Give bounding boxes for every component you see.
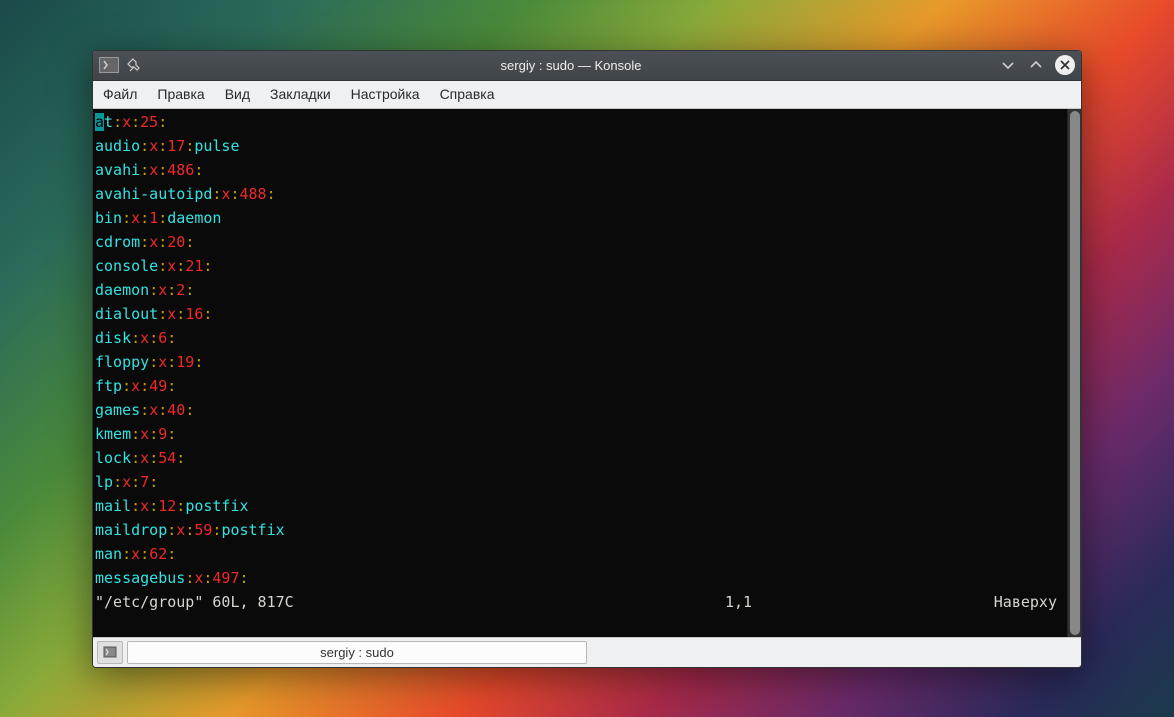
terminal-line: lock:x:54: [95,446,1065,470]
menu-edit[interactable]: Правка [157,86,204,102]
close-icon[interactable] [1055,55,1075,75]
scrollbar[interactable] [1067,109,1081,637]
terminal-area: at:x:25:audio:x:17:pulseavahi:x:486:avah… [93,109,1081,637]
terminal-line: console:x:21: [95,254,1065,278]
terminal-line: bin:x:1:daemon [95,206,1065,230]
tab-label: sergiy : sudo [320,645,394,660]
status-scroll: Наверху [945,590,1065,614]
new-tab-button[interactable] [97,641,123,664]
menu-bookmarks[interactable]: Закладки [270,86,331,102]
scroll-thumb[interactable] [1070,111,1080,635]
terminal-line: maildrop:x:59:postfix [95,518,1065,542]
terminal[interactable]: at:x:25:audio:x:17:pulseavahi:x:486:avah… [93,109,1067,637]
terminal-line: daemon:x:2: [95,278,1065,302]
titlebar[interactable]: sergiy : sudo — Konsole [93,51,1081,81]
konsole-window: sergiy : sudo — Konsole Файл Правка Вид … [92,50,1082,668]
terminal-line: mail:x:12:postfix [95,494,1065,518]
terminal-line: avahi-autoipd:x:488: [95,182,1065,206]
vim-statusline: "/etc/group" 60L, 817C1,1Наверху [95,590,1065,614]
terminal-line: at:x:25: [95,110,1065,134]
maximize-icon[interactable] [1027,56,1045,74]
terminal-line: ftp:x:49: [95,374,1065,398]
terminal-line: cdrom:x:20: [95,230,1065,254]
pin-icon[interactable] [125,56,143,74]
menu-help[interactable]: Справка [440,86,495,102]
status-position: 1,1 [725,590,945,614]
status-file: "/etc/group" 60L, 817C [95,590,725,614]
menu-settings[interactable]: Настройка [351,86,420,102]
terminal-line: man:x:62: [95,542,1065,566]
terminal-line: avahi:x:486: [95,158,1065,182]
terminal-line: disk:x:6: [95,326,1065,350]
menu-file[interactable]: Файл [103,86,137,102]
terminal-line: lp:x:7: [95,470,1065,494]
terminal-line: audio:x:17:pulse [95,134,1065,158]
terminal-line: dialout:x:16: [95,302,1065,326]
terminal-line: messagebus:x:497: [95,566,1065,590]
terminal-line: games:x:40: [95,398,1065,422]
tabbar: sergiy : sudo [93,637,1081,667]
app-menu-icon[interactable] [99,57,119,73]
minimize-icon[interactable] [999,56,1017,74]
terminal-line: kmem:x:9: [95,422,1065,446]
menubar: Файл Правка Вид Закладки Настройка Справ… [93,81,1081,109]
tab-active[interactable]: sergiy : sudo [127,641,587,664]
terminal-line: floppy:x:19: [95,350,1065,374]
window-title: sergiy : sudo — Konsole [143,58,999,73]
menu-view[interactable]: Вид [225,86,250,102]
